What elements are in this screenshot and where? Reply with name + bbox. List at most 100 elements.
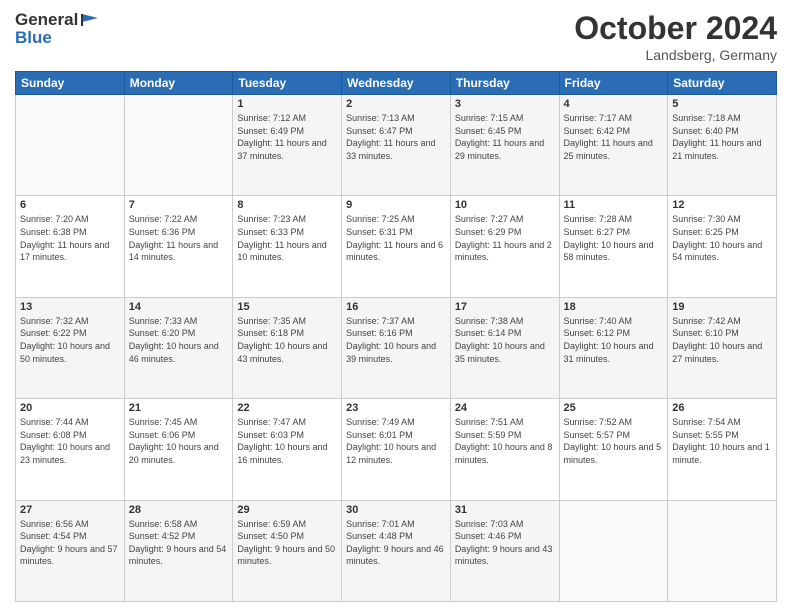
day-info: Sunrise: 7:37 AM Sunset: 6:16 PM Dayligh… — [346, 315, 446, 365]
day-info: Sunrise: 7:32 AM Sunset: 6:22 PM Dayligh… — [20, 315, 120, 365]
calendar-week-5: 27 Sunrise: 6:56 AM Sunset: 4:54 PM Dayli… — [16, 500, 777, 601]
calendar-cell: 25Sunrise: 7:52 AM Sunset: 5:57 PM Dayli… — [559, 399, 668, 500]
day-info: Sunrise: 7:20 AM Sunset: 6:38 PM Dayligh… — [20, 213, 120, 263]
day-number: 4 — [564, 98, 664, 110]
day-number: 26 — [672, 402, 772, 414]
calendar-cell: 20 Sunrise: 7:44 AM Sunset: 6:08 PM Dayli… — [16, 399, 125, 500]
day-info: Sunrise: 7:27 AM Sunset: 6:29 PM Dayligh… — [455, 213, 555, 263]
calendar-cell — [16, 95, 125, 196]
day-number: 5 — [672, 98, 772, 110]
calendar-cell: 6 Sunrise: 7:20 AM Sunset: 6:38 PM Daylig… — [16, 196, 125, 297]
calendar-cell: 27 Sunrise: 6:56 AM Sunset: 4:54 PM Dayli… — [16, 500, 125, 601]
logo: General Blue — [15, 10, 102, 48]
calendar-week-2: 6 Sunrise: 7:20 AM Sunset: 6:38 PM Daylig… — [16, 196, 777, 297]
calendar-page: General Blue October 2024 Landsberg, Ger… — [0, 0, 792, 612]
day-info: Sunrise: 7:18 AM Sunset: 6:40 PM Dayligh… — [672, 112, 772, 162]
calendar-cell: 10 Sunrise: 7:27 AM Sunset: 6:29 PM Dayli… — [450, 196, 559, 297]
day-info: Sunrise: 7:15 AM Sunset: 6:45 PM Dayligh… — [455, 112, 555, 162]
day-number: 13 — [20, 301, 120, 313]
day-number: 23 — [346, 402, 446, 414]
calendar-table: Sunday Monday Tuesday Wednesday Thursday… — [15, 71, 777, 602]
col-tuesday: Tuesday — [233, 72, 342, 95]
day-number: 22 — [237, 402, 337, 414]
day-number: 28 — [129, 504, 229, 516]
month-title: October 2024 — [574, 10, 777, 47]
calendar-cell: 5 Sunrise: 7:18 AM Sunset: 6:40 PM Daylig… — [668, 95, 777, 196]
day-info: Sunrise: 7:23 AM Sunset: 6:33 PM Dayligh… — [237, 213, 337, 263]
logo-general-text: General — [15, 10, 78, 30]
day-info: Sunrise: 7:51 AM Sunset: 5:59 PM Dayligh… — [455, 416, 555, 466]
day-info: Sunrise: 7:44 AM Sunset: 6:08 PM Dayligh… — [20, 416, 120, 466]
day-number: 3 — [455, 98, 555, 110]
day-info: Sunrise: 6:56 AM Sunset: 4:54 PM Dayligh… — [20, 518, 120, 568]
logo-blue-text: Blue — [15, 28, 52, 48]
col-thursday: Thursday — [450, 72, 559, 95]
day-info: Sunrise: 7:30 AM Sunset: 6:25 PM Dayligh… — [672, 213, 772, 263]
day-info: Sunrise: 6:59 AM Sunset: 4:50 PM Dayligh… — [237, 518, 337, 568]
calendar-cell: 9Sunrise: 7:25 AM Sunset: 6:31 PM Daylig… — [342, 196, 451, 297]
day-info: Sunrise: 7:17 AM Sunset: 6:42 PM Dayligh… — [564, 112, 664, 162]
day-number: 20 — [20, 402, 120, 414]
calendar-cell: 3 Sunrise: 7:15 AM Sunset: 6:45 PM Daylig… — [450, 95, 559, 196]
day-number: 16 — [346, 301, 446, 313]
calendar-cell: 1Sunrise: 7:12 AM Sunset: 6:49 PM Daylig… — [233, 95, 342, 196]
calendar-cell: 29 Sunrise: 6:59 AM Sunset: 4:50 PM Dayli… — [233, 500, 342, 601]
calendar-cell: 2 Sunrise: 7:13 AM Sunset: 6:47 PM Daylig… — [342, 95, 451, 196]
col-sunday: Sunday — [16, 72, 125, 95]
day-number: 15 — [237, 301, 337, 313]
col-monday: Monday — [124, 72, 233, 95]
calendar-cell: 23Sunrise: 7:49 AM Sunset: 6:01 PM Dayli… — [342, 399, 451, 500]
col-wednesday: Wednesday — [342, 72, 451, 95]
location: Landsberg, Germany — [574, 47, 777, 63]
calendar-cell: 19 Sunrise: 7:42 AM Sunset: 6:10 PM Dayli… — [668, 297, 777, 398]
calendar-cell: 21 Sunrise: 7:45 AM Sunset: 6:06 PM Dayli… — [124, 399, 233, 500]
calendar-cell: 11 Sunrise: 7:28 AM Sunset: 6:27 PM Dayli… — [559, 196, 668, 297]
calendar-cell: 26Sunrise: 7:54 AM Sunset: 5:55 PM Dayli… — [668, 399, 777, 500]
calendar-cell: 14 Sunrise: 7:33 AM Sunset: 6:20 PM Dayli… — [124, 297, 233, 398]
day-number: 21 — [129, 402, 229, 414]
day-info: Sunrise: 7:33 AM Sunset: 6:20 PM Dayligh… — [129, 315, 229, 365]
day-number: 10 — [455, 199, 555, 211]
day-info: Sunrise: 7:35 AM Sunset: 6:18 PM Dayligh… — [237, 315, 337, 365]
day-number: 9 — [346, 199, 446, 211]
calendar-cell: 30Sunrise: 7:01 AM Sunset: 4:48 PM Dayli… — [342, 500, 451, 601]
title-block: October 2024 Landsberg, Germany — [574, 10, 777, 63]
day-number: 31 — [455, 504, 555, 516]
day-info: Sunrise: 6:58 AM Sunset: 4:52 PM Dayligh… — [129, 518, 229, 568]
calendar-cell: 16 Sunrise: 7:37 AM Sunset: 6:16 PM Dayli… — [342, 297, 451, 398]
day-number: 6 — [20, 199, 120, 211]
day-number: 8 — [237, 199, 337, 211]
calendar-cell — [559, 500, 668, 601]
header: General Blue October 2024 Landsberg, Ger… — [15, 10, 777, 63]
day-number: 7 — [129, 199, 229, 211]
day-info: Sunrise: 7:28 AM Sunset: 6:27 PM Dayligh… — [564, 213, 664, 263]
calendar-week-4: 20 Sunrise: 7:44 AM Sunset: 6:08 PM Dayli… — [16, 399, 777, 500]
day-number: 29 — [237, 504, 337, 516]
calendar-cell: 28 Sunrise: 6:58 AM Sunset: 4:52 PM Dayli… — [124, 500, 233, 601]
day-number: 2 — [346, 98, 446, 110]
calendar-cell: 4 Sunrise: 7:17 AM Sunset: 6:42 PM Daylig… — [559, 95, 668, 196]
day-number: 18 — [564, 301, 664, 313]
calendar-cell — [124, 95, 233, 196]
day-info: Sunrise: 7:45 AM Sunset: 6:06 PM Dayligh… — [129, 416, 229, 466]
day-info: Sunrise: 7:47 AM Sunset: 6:03 PM Dayligh… — [237, 416, 337, 466]
logo-flag-icon — [80, 12, 102, 28]
day-number: 19 — [672, 301, 772, 313]
day-number: 25 — [564, 402, 664, 414]
day-info: Sunrise: 7:38 AM Sunset: 6:14 PM Dayligh… — [455, 315, 555, 365]
day-number: 17 — [455, 301, 555, 313]
day-info: Sunrise: 7:03 AM Sunset: 4:46 PM Dayligh… — [455, 518, 555, 568]
day-number: 30 — [346, 504, 446, 516]
day-info: Sunrise: 7:13 AM Sunset: 6:47 PM Dayligh… — [346, 112, 446, 162]
calendar-week-1: 1Sunrise: 7:12 AM Sunset: 6:49 PM Daylig… — [16, 95, 777, 196]
calendar-cell: 8 Sunrise: 7:23 AM Sunset: 6:33 PM Daylig… — [233, 196, 342, 297]
day-number: 11 — [564, 199, 664, 211]
calendar-cell: 7Sunrise: 7:22 AM Sunset: 6:36 PM Daylig… — [124, 196, 233, 297]
day-number: 14 — [129, 301, 229, 313]
calendar-cell: 12Sunrise: 7:30 AM Sunset: 6:25 PM Dayli… — [668, 196, 777, 297]
header-row: Sunday Monday Tuesday Wednesday Thursday… — [16, 72, 777, 95]
day-number: 27 — [20, 504, 120, 516]
calendar-cell — [668, 500, 777, 601]
day-info: Sunrise: 7:42 AM Sunset: 6:10 PM Dayligh… — [672, 315, 772, 365]
calendar-cell: 15 Sunrise: 7:35 AM Sunset: 6:18 PM Dayli… — [233, 297, 342, 398]
